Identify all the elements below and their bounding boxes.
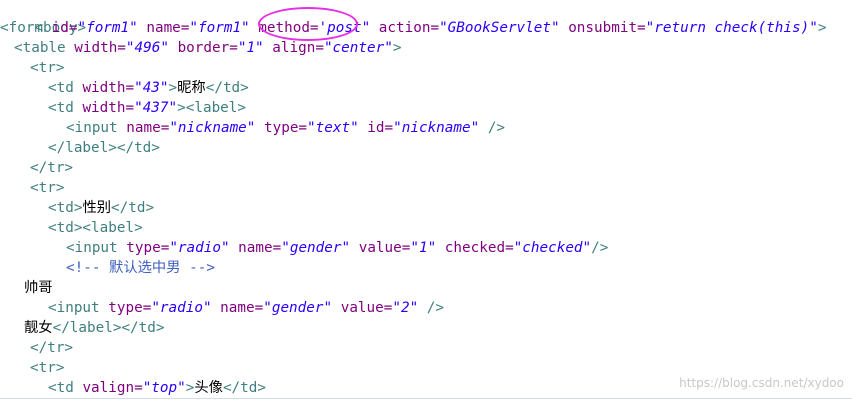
code-value: "gender" (263, 300, 333, 316)
code-attribute: name= (229, 240, 282, 256)
code-attribute: width= (82, 100, 135, 116)
code-tag: </td> (111, 200, 155, 216)
code-line: <form id="form1" name="form1" method='po… (0, 18, 826, 38)
code-tag: <input (66, 240, 127, 256)
code-value: "nickname" (393, 120, 480, 136)
code-attribute: width= (82, 80, 135, 96)
code-line: <input type="radio" name="gender" value=… (66, 238, 608, 258)
code-line: <body> (0, 0, 86, 36)
code-tag: ><label> (177, 100, 247, 116)
code-tag: <tr> (30, 180, 65, 196)
code-tag: /> (591, 240, 609, 256)
code-line: <td>性别</td> (48, 198, 154, 218)
code-attribute: value= (350, 240, 411, 256)
code-tag: /> (418, 300, 445, 316)
code-tag: /> (479, 120, 506, 136)
code-tag: <form (0, 20, 52, 36)
code-value: "nickname" (169, 120, 256, 136)
code-value: "top" (142, 380, 186, 396)
code-attribute: border= (168, 40, 238, 56)
code-line: <td width="437"><label> (48, 98, 246, 118)
code-line: <td width="43">昵称</td> (48, 78, 249, 98)
code-tag: <td (48, 100, 83, 116)
code-value: "form1" (189, 20, 250, 36)
code-attribute: align= (263, 40, 324, 56)
code-tag: </label></td> (48, 140, 160, 156)
code-line: <td valign="top">头像</td> (48, 378, 266, 398)
code-tag: <input (48, 300, 109, 316)
code-comment: <!-- 默认选中男 --> (66, 260, 215, 276)
code-line: </label></td> (48, 138, 160, 158)
code-value: "1" (237, 40, 264, 56)
code-line: <tr> (30, 358, 64, 378)
code-tag: > (817, 20, 827, 36)
code-attribute: onsubmit= (559, 20, 646, 36)
code-value: "2" (392, 300, 419, 316)
code-value: "return check(this)" (645, 20, 818, 36)
code-value: "496" (125, 40, 169, 56)
code-attribute: name= (137, 20, 190, 36)
code-tag: <td (48, 380, 83, 396)
code-attribute: name= (126, 120, 170, 136)
code-tag: > (168, 80, 178, 96)
code-attribute: width= (74, 40, 126, 56)
code-text: 性别 (82, 200, 112, 216)
code-tag: <td (48, 80, 83, 96)
code-value: "form1" (77, 20, 138, 36)
code-attribute: type= (255, 120, 308, 136)
code-text: 靓女 (24, 320, 53, 336)
code-attribute: type= (108, 300, 152, 316)
code-tag: <tr> (30, 60, 65, 76)
code-attribute: valign= (82, 380, 143, 396)
code-value: "radio" (151, 300, 212, 316)
code-value: "1" (410, 240, 437, 256)
code-attribute: checked= (436, 240, 514, 256)
code-value: "radio" (169, 240, 230, 256)
code-text: 昵称 (177, 80, 206, 96)
code-value: "checked" (513, 240, 592, 256)
code-value: "437" (134, 100, 178, 116)
code-tag: > (392, 40, 402, 56)
code-tag: <table (14, 40, 75, 56)
code-tag: </td> (205, 80, 249, 96)
code-line: <td><label> (48, 218, 143, 238)
divider (0, 398, 852, 399)
code-line: <!-- 默认选中男 --> (66, 258, 215, 278)
code-text: 头像 (194, 380, 223, 396)
code-value: 'post" (318, 20, 371, 36)
code-attribute: value= (332, 300, 393, 316)
code-line: </tr> (30, 338, 73, 358)
code-value: "GBookServlet" (439, 20, 560, 36)
watermark: https://blog.csdn.net/xydoo (679, 376, 844, 390)
code-value: "43" (134, 80, 169, 96)
code-line: <tr> (30, 58, 64, 78)
code-line: 帅哥 (24, 278, 53, 298)
code-line: </tr> (30, 158, 73, 178)
code-value: "center" (323, 40, 393, 56)
code-attribute: action= (370, 20, 440, 36)
code-tag: </tr> (30, 160, 74, 176)
code-line: <input name="nickname" type="text" id="n… (66, 118, 505, 138)
code-line: <table width="496" border="1" align="cen… (14, 38, 401, 58)
code-tag: <td> (48, 200, 83, 216)
code-attribute: id= (51, 20, 78, 36)
code-text: 帅哥 (24, 280, 53, 296)
code-value: "gender" (281, 240, 351, 256)
code-line: <tr> (30, 178, 64, 198)
code-attribute: id= (358, 120, 394, 136)
code-attribute: type= (126, 240, 170, 256)
code-tag: </tr> (30, 340, 74, 356)
code-attribute: name= (211, 300, 264, 316)
code-value: "text" (307, 120, 359, 136)
code-line: <input type="radio" name="gender" value=… (48, 298, 444, 318)
code-line: 靓女</label></td> (24, 318, 165, 338)
code-tag: <td><label> (48, 220, 143, 236)
code-editor[interactable]: <body> <form id="form1" name="form1" met… (0, 0, 852, 402)
code-tag: <tr> (30, 360, 65, 376)
code-attribute: method= (249, 20, 319, 36)
code-tag: </td> (222, 380, 266, 396)
code-tag: <input (66, 120, 127, 136)
code-tag: </label></td> (52, 320, 165, 336)
